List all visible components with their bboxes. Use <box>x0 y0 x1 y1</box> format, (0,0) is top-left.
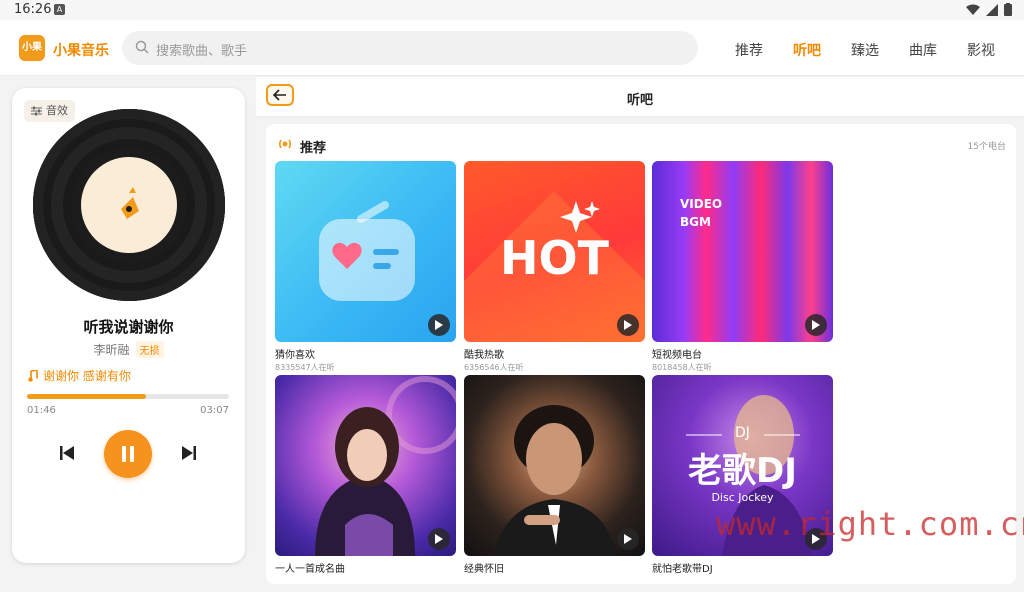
cover-text-main: 老歌DJ <box>688 451 797 491</box>
radio-card[interactable]: 猜你喜欢 8335547人在听 <box>275 161 456 373</box>
cover-image <box>275 375 456 556</box>
search-placeholder: 搜索歌曲、歌手 <box>156 44 248 59</box>
heart-radio-icon <box>319 201 415 301</box>
cover-image: VIDEO BGM <box>652 161 833 342</box>
progress-fill <box>27 394 147 399</box>
sound-effects-button[interactable]: 音效 <box>24 100 75 122</box>
top-bar: 小果 小果音乐 搜索歌曲、歌手 推荐 听吧 臻选 曲库 影视 <box>0 20 1024 76</box>
vinyl-disc <box>33 109 225 301</box>
artist-row: 李昕融 无损 <box>12 341 245 358</box>
quality-badge: 无损 <box>135 341 164 358</box>
radio-card[interactable]: HOT 酷我热歌 6356546人在听 <box>464 161 645 373</box>
page-title: 听吧 <box>626 93 653 108</box>
play-icon <box>624 320 632 330</box>
lyric-line: 谢谢你 感谢有你 <box>28 367 131 384</box>
next-track-icon[interactable] <box>180 444 198 462</box>
tab-library[interactable]: 曲库 <box>894 40 952 60</box>
radio-card[interactable]: DJ 老歌DJ Disc Jockey 就怕老歌带DJ <box>652 375 833 575</box>
play-icon <box>435 320 443 330</box>
status-icons <box>966 3 1012 16</box>
card-listeners: 8018458人在听 <box>652 363 712 372</box>
player-card: 音效 听我说谢谢你 李昕融 无损 谢谢你 感谢有你 01:46 03:07 <box>12 88 245 563</box>
cover-text-sub: Disc Jockey <box>711 491 774 504</box>
radio-card[interactable]: VIDEO BGM 短视频电台 8018458人在听 <box>652 161 833 373</box>
current-time: 01:46 <box>27 405 56 416</box>
battery-icon <box>1004 3 1012 16</box>
play-icon <box>624 534 632 544</box>
section-count[interactable]: 15个电台 <box>968 139 1006 152</box>
progress-bar[interactable] <box>27 394 229 399</box>
card-title: 经典怀旧 <box>464 564 504 575</box>
app-logo-icon <box>121 187 139 219</box>
radio-waves-icon <box>278 139 292 149</box>
pause-button[interactable] <box>104 430 152 478</box>
page-header: 听吧 <box>256 77 1024 117</box>
status-time: 16:26 <box>14 2 52 17</box>
app-logo: 小果 <box>19 35 45 61</box>
cover-image <box>464 375 645 556</box>
tab-selected[interactable]: 臻选 <box>836 40 894 60</box>
music-note-icon <box>28 369 38 382</box>
duration: 03:07 <box>200 405 229 416</box>
cover-text-hot: HOT <box>500 231 609 285</box>
card-title: 短视频电台 <box>652 350 702 361</box>
signal-icon <box>986 3 998 16</box>
cover-image <box>275 161 456 342</box>
radio-card[interactable]: 一人一首成名曲 <box>275 375 456 575</box>
play-button[interactable] <box>428 314 450 336</box>
app-name: 小果音乐 <box>53 43 109 59</box>
card-title: 一人一首成名曲 <box>275 564 345 575</box>
tab-recommend[interactable]: 推荐 <box>720 40 778 60</box>
play-icon <box>812 320 820 330</box>
play-button[interactable] <box>428 528 450 550</box>
cover-text-dj-top: DJ <box>735 425 750 441</box>
play-icon <box>435 534 443 544</box>
notification-icon: A <box>54 4 65 15</box>
section-title: 推荐 <box>300 141 327 156</box>
cover-text-bgm: BGM <box>680 215 711 229</box>
top-nav: 推荐 听吧 臻选 曲库 影视 <box>720 40 1010 60</box>
cover-text-video: VIDEO <box>680 197 723 211</box>
artist-name[interactable]: 李昕融 <box>93 341 129 358</box>
cover-image: HOT <box>464 161 645 342</box>
equalizer-icon <box>31 106 42 116</box>
play-button[interactable] <box>617 528 639 550</box>
wifi-icon <box>966 4 980 15</box>
play-button[interactable] <box>617 314 639 336</box>
sound-effects-label: 音效 <box>46 104 68 117</box>
search-input[interactable]: 搜索歌曲、歌手 <box>122 31 698 65</box>
search-icon <box>135 40 149 54</box>
card-title: 猜你喜欢 <box>275 350 315 361</box>
tab-video[interactable]: 影视 <box>952 40 1010 60</box>
watermark: www.right.com.cn <box>716 505 1024 543</box>
previous-track-icon[interactable] <box>58 444 76 462</box>
singer-portrait <box>315 376 456 556</box>
song-title: 听我说谢谢你 <box>83 318 174 336</box>
singer-portrait <box>494 405 616 556</box>
pause-icon <box>122 446 134 462</box>
card-title: 酷我热歌 <box>464 350 504 361</box>
card-title: 就怕老歌带DJ <box>652 564 713 575</box>
radio-card[interactable]: 经典怀旧 <box>464 375 645 575</box>
status-bar: 16:26 A <box>0 0 1024 20</box>
card-listeners: 6356546人在听 <box>464 363 524 372</box>
play-button[interactable] <box>805 314 827 336</box>
disc-center <box>81 157 177 253</box>
card-listeners: 8335547人在听 <box>275 363 335 372</box>
lyric-text: 谢谢你 感谢有你 <box>43 369 131 383</box>
tab-listen[interactable]: 听吧 <box>778 40 836 60</box>
